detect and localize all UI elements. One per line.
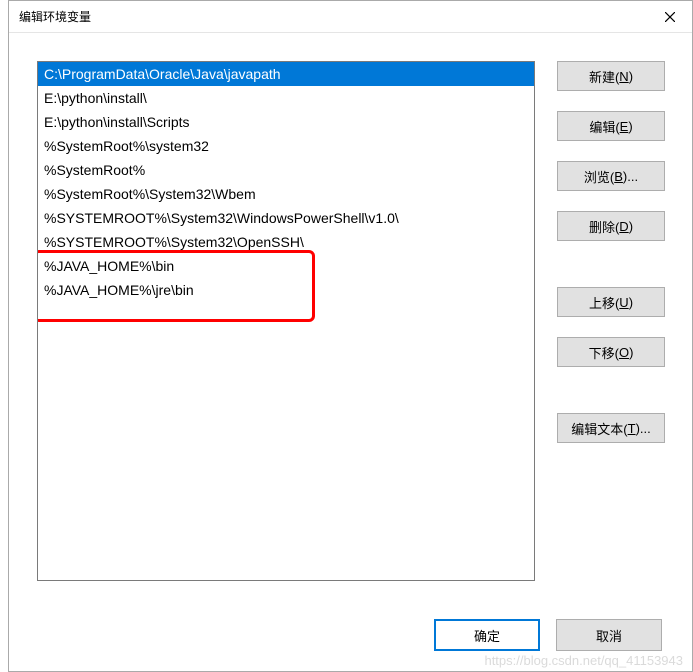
list-item[interactable]: %JAVA_HOME%\bin — [38, 254, 534, 278]
edit-text-button[interactable]: 编辑文本(T)... — [557, 413, 665, 443]
btn-label-post: ) — [629, 295, 633, 310]
btn-accel: E — [620, 119, 629, 134]
titlebar[interactable]: 编辑环境变量 — [9, 1, 692, 33]
btn-label-post: ) — [629, 69, 633, 84]
btn-label-pre: 编辑( — [589, 117, 619, 136]
close-button[interactable] — [647, 2, 692, 32]
btn-label-post: ) — [629, 219, 633, 234]
list-item[interactable]: E:\python\install\Scripts — [38, 110, 534, 134]
btn-label-pre: 新建( — [589, 67, 619, 86]
btn-accel: D — [619, 219, 628, 234]
btn-accel: U — [619, 295, 628, 310]
list-item[interactable]: C:\ProgramData\Oracle\Java\javapath — [38, 62, 534, 86]
dialog-title: 编辑环境变量 — [19, 8, 647, 25]
list-item[interactable]: %SystemRoot% — [38, 158, 534, 182]
buttons-column: 新建(N) 编辑(E) 浏览(B)... 删除(D) 上移(U) 下移(O) — [557, 61, 665, 597]
browse-button[interactable]: 浏览(B)... — [557, 161, 665, 191]
dialog-content: C:\ProgramData\Oracle\Java\javapathE:\py… — [9, 33, 692, 671]
btn-accel: O — [619, 345, 629, 360]
btn-label-pre: 浏览( — [584, 167, 614, 186]
path-listbox[interactable]: C:\ProgramData\Oracle\Java\javapathE:\py… — [37, 61, 535, 581]
btn-label-post: ) — [628, 119, 632, 134]
close-icon — [665, 12, 675, 22]
btn-accel: T — [628, 421, 636, 436]
list-item[interactable]: %SystemRoot%\system32 — [38, 134, 534, 158]
btn-label-post: )... — [623, 169, 638, 184]
btn-label-pre: 编辑文本( — [571, 419, 627, 438]
list-item[interactable]: %JAVA_HOME%\jre\bin — [38, 278, 534, 302]
ok-button[interactable]: 确定 — [434, 619, 540, 651]
btn-label-pre: 删除( — [589, 217, 619, 236]
btn-label-post: )... — [636, 421, 651, 436]
list-item[interactable]: %SYSTEMROOT%\System32\WindowsPowerShell\… — [38, 206, 534, 230]
list-item[interactable]: %SystemRoot%\System32\Wbem — [38, 182, 534, 206]
btn-label-pre: 上移( — [589, 293, 619, 312]
main-row: C:\ProgramData\Oracle\Java\javapathE:\py… — [37, 61, 666, 597]
edit-button[interactable]: 编辑(E) — [557, 111, 665, 141]
new-button[interactable]: 新建(N) — [557, 61, 665, 91]
btn-accel: B — [614, 169, 623, 184]
btn-accel: N — [619, 69, 628, 84]
delete-button[interactable]: 删除(D) — [557, 211, 665, 241]
cancel-button[interactable]: 取消 — [556, 619, 662, 651]
btn-label-post: ) — [629, 345, 633, 360]
dialog-footer: 确定 取消 — [37, 619, 666, 651]
move-up-button[interactable]: 上移(U) — [557, 287, 665, 317]
btn-label-pre: 下移( — [589, 343, 619, 362]
move-down-button[interactable]: 下移(O) — [557, 337, 665, 367]
list-item[interactable]: %SYSTEMROOT%\System32\OpenSSH\ — [38, 230, 534, 254]
edit-env-var-dialog: 编辑环境变量 C:\ProgramData\Oracle\Java\javapa… — [8, 0, 693, 672]
list-item[interactable]: E:\python\install\ — [38, 86, 534, 110]
